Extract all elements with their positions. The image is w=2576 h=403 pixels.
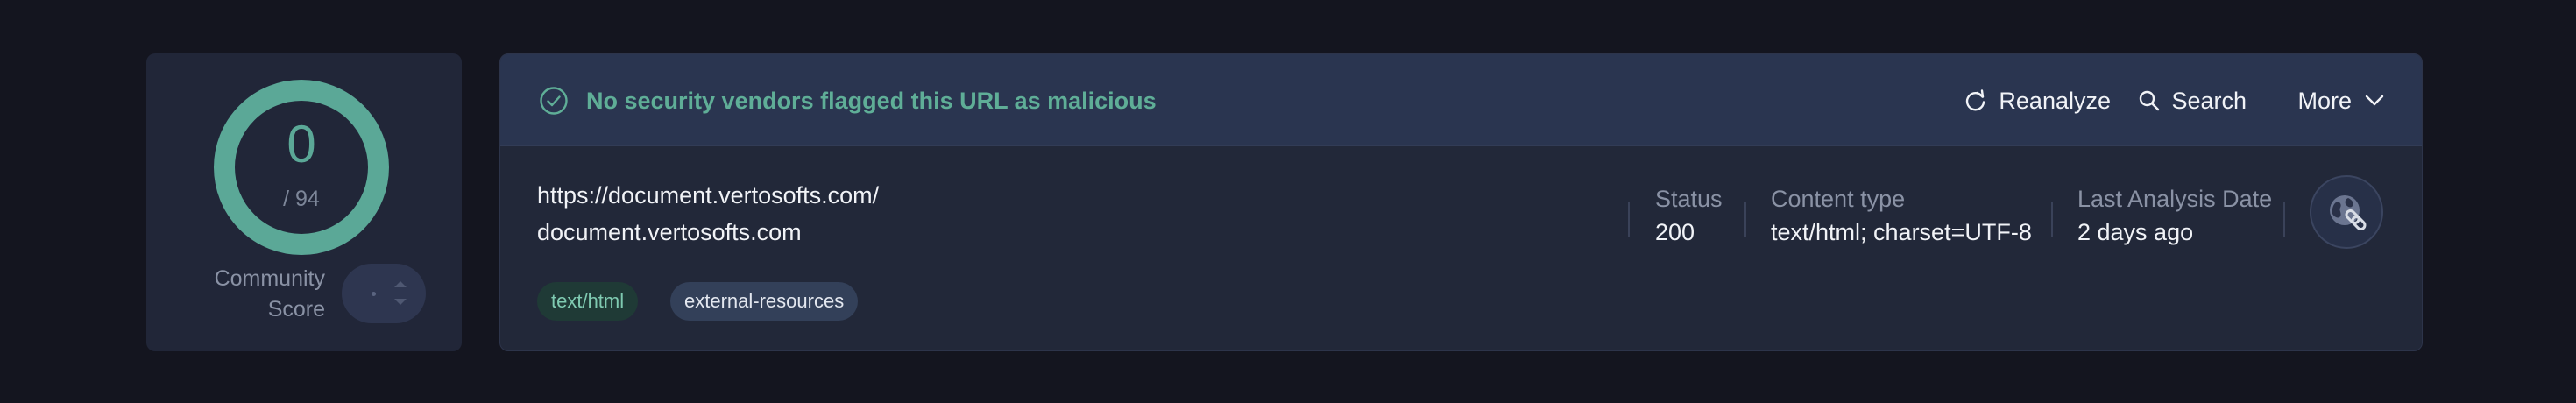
url-summary-panel: No security vendors flagged this URL as … (499, 53, 2423, 351)
search-label: Search (2171, 87, 2247, 114)
detection-score-card: 0 / 94 Community Score (146, 53, 462, 351)
globe-link-icon (2330, 195, 2367, 230)
more-button[interactable]: More (2297, 82, 2385, 119)
vote-down-icon[interactable] (394, 299, 407, 305)
full-url: https://document.vertosofts.com/ (537, 182, 880, 209)
community-score-vote[interactable] (342, 264, 426, 323)
url-report-header: 0 / 94 Community Score No security vendo… (0, 0, 2576, 403)
refresh-icon (1966, 89, 1985, 111)
verdict-message: No security vendors flagged this URL as … (586, 88, 1157, 114)
vote-up-icon[interactable] (394, 281, 407, 287)
reanalyze-button[interactable]: Reanalyze (1964, 82, 2111, 119)
meta-divider (2283, 202, 2285, 237)
community-score-dot-icon (372, 292, 376, 296)
tag-text-html[interactable]: text/html (537, 282, 639, 321)
tag-external-resources[interactable]: external-resources (670, 282, 859, 321)
content-type-value: text/html; charset=UTF-8 (1771, 219, 2032, 245)
score-ring: 0 / 94 (214, 80, 389, 255)
community-score-label: Community Score (185, 264, 325, 325)
meta-divider (1628, 202, 1630, 237)
last-analysis-value: 2 days ago (2077, 219, 2194, 245)
content-type-column: Content type text/html; charset=UTF-8 (1771, 184, 2032, 265)
community-score-label-line1: Community (214, 266, 325, 291)
reanalyze-label: Reanalyze (1999, 87, 2111, 114)
status-label: Status (1655, 186, 1723, 212)
status-value: 200 (1655, 219, 1695, 245)
more-label: More (2297, 87, 2352, 114)
last-analysis-label: Last Analysis Date (2077, 186, 2273, 212)
detection-score-value: 0 (287, 115, 316, 173)
community-score-label-line2: Score (267, 297, 325, 322)
content-type-label: Content type (1771, 186, 1906, 212)
url-type-button[interactable] (2310, 175, 2383, 249)
verdict-banner: No security vendors flagged this URL as … (500, 54, 2422, 146)
url-domain[interactable]: document.vertosofts.com (537, 214, 879, 251)
search-button[interactable]: Search (2138, 82, 2247, 119)
detection-score-total: / 94 (283, 187, 320, 211)
meta-divider (1744, 202, 1746, 237)
search-icon (2140, 90, 2160, 111)
check-circle-icon (540, 87, 568, 115)
chevron-down-icon (2365, 95, 2384, 106)
url-info: https://document.vertosofts.com/ documen… (537, 177, 879, 251)
last-analysis-column: Last Analysis Date 2 days ago (2077, 184, 2272, 265)
status-column: Status 200 (1655, 184, 1723, 265)
meta-divider (2051, 202, 2053, 237)
